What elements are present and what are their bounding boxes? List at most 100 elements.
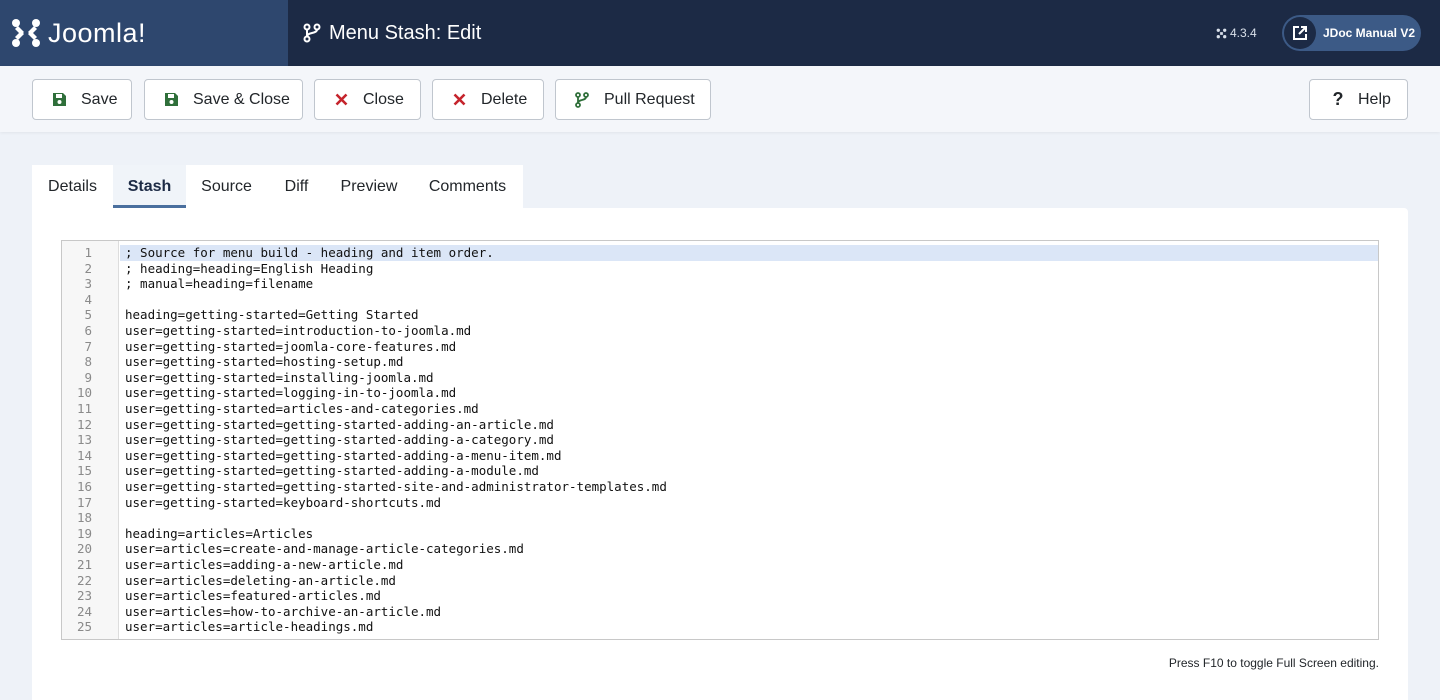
code-line[interactable]: 15 user=getting-started=getting-started-a… — [62, 463, 1378, 479]
line-text: user=getting-started=joomla-core-feature… — [125, 338, 457, 354]
line-number: 24 — [76, 603, 92, 619]
floppy-disk-icon — [163, 92, 179, 108]
help-button[interactable]: ? Help — [1309, 79, 1408, 120]
line-number: 8 — [84, 354, 92, 370]
line-text: ; manual=heading=filename — [125, 276, 314, 292]
code-line[interactable] — [62, 635, 1378, 639]
close-icon — [333, 92, 349, 108]
line-text: ; heading=heading=English Heading — [125, 260, 374, 276]
line-number: 14 — [76, 447, 92, 463]
save-label: Save — [81, 90, 118, 108]
line-number: 20 — [76, 541, 92, 557]
code-line[interactable]: 10 user=getting-started=logging-in-to-joo… — [62, 385, 1378, 401]
code-line[interactable]: 9 user=getting-started=installing-joomla.… — [62, 370, 1378, 386]
delete-icon — [451, 92, 467, 108]
save-button[interactable]: Save — [32, 79, 132, 120]
line-text: user=getting-started=logging-in-to-jooml… — [125, 385, 457, 401]
brand[interactable]: Joomla! — [0, 0, 288, 66]
tab-diff[interactable]: Diff — [267, 165, 326, 208]
version-number: 4.3.4 — [1230, 26, 1257, 40]
line-number: 6 — [84, 323, 92, 338]
code-line[interactable]: 21 user=articles=adding-a-new-article.md — [62, 557, 1378, 573]
line-text: user=getting-started=getting-started-sit… — [125, 479, 667, 494]
line-text: user=articles=create-and-manage-article-… — [125, 541, 524, 557]
line-number: 5 — [84, 307, 92, 323]
line-number: 21 — [76, 557, 92, 572]
tab-details[interactable]: Details — [32, 165, 113, 208]
line-number: 10 — [76, 385, 92, 401]
code-line[interactable]: 5 heading=getting-started=Getting Started — [62, 307, 1378, 323]
code-line[interactable]: 24 user=articles=how-to-archive-an-articl… — [62, 604, 1378, 620]
code-line[interactable]: 4 — [62, 292, 1378, 308]
brand-name: Joomla! — [48, 17, 147, 48]
line-text: user=articles=featured-articles.md — [125, 588, 381, 604]
code-line[interactable]: 11 user=getting-started=articles-and-cate… — [62, 401, 1378, 417]
tab-stash[interactable]: Stash — [113, 165, 186, 208]
line-number: 9 — [84, 369, 92, 385]
jdoc-manual-label: JDoc Manual V2 — [1323, 26, 1416, 40]
code-line[interactable]: 8 user=getting-started=hosting-setup.md — [62, 354, 1378, 370]
line-text: user=articles=adding-a-new-article.md — [125, 557, 404, 572]
code-line[interactable]: 3 ; manual=heading=filename — [62, 276, 1378, 292]
code-line[interactable]: 18 — [62, 510, 1378, 526]
line-number: 4 — [84, 291, 92, 307]
line-number: 25 — [76, 619, 92, 635]
code-line[interactable]: 6 user=getting-started=introduction-to-jo… — [62, 323, 1378, 339]
code-line[interactable]: 20 user=articles=create-and-manage-articl… — [62, 541, 1378, 557]
line-text: heading=articles=Articles — [125, 525, 314, 541]
pull-request-button[interactable]: Pull Request — [555, 79, 711, 120]
jdoc-manual-link[interactable]: JDoc Manual V2 — [1282, 15, 1421, 51]
branch-icon — [303, 23, 321, 43]
line-number: 15 — [76, 463, 92, 479]
code-line[interactable]: 23 user=articles=featured-articles.md — [62, 588, 1378, 604]
external-link-icon — [1284, 17, 1316, 49]
line-text: user=getting-started=hosting-setup.md — [125, 354, 404, 370]
help-label: Help — [1358, 90, 1391, 108]
code-line[interactable]: 2 ; heading=heading=English Heading — [62, 261, 1378, 277]
line-number: 12 — [76, 416, 92, 432]
tab-comments[interactable]: Comments — [412, 165, 523, 208]
tab-preview[interactable]: Preview — [326, 165, 412, 208]
line-text: user=getting-started=getting-started-add… — [125, 463, 539, 479]
line-text: user=getting-started=keyboard-shortcuts.… — [125, 494, 442, 510]
line-number: 17 — [76, 494, 92, 510]
question-icon: ? — [1332, 89, 1344, 109]
line-text: user=articles=article-headings.md — [125, 619, 374, 635]
fullscreen-hint: Press F10 to toggle Full Screen editing. — [1168, 656, 1379, 670]
line-number: 1 — [84, 245, 92, 260]
line-number: 7 — [84, 338, 92, 354]
code-line[interactable]: 16 user=getting-started=getting-started-s… — [62, 479, 1378, 495]
code-line[interactable]: 7 user=getting-started=joomla-core-featur… — [62, 339, 1378, 355]
line-number: 18 — [76, 510, 92, 526]
joomla-small-icon — [1216, 28, 1227, 38]
code-line[interactable]: 17 user=getting-started=keyboard-shortcut… — [62, 495, 1378, 511]
code-line[interactable]: 13 user=getting-started=getting-started-a… — [62, 432, 1378, 448]
code-line[interactable]: 19 heading=articles=Articles — [62, 526, 1378, 542]
close-button[interactable]: Close — [314, 79, 421, 120]
branch-icon — [574, 91, 590, 108]
toolbar: Save Save & Close Close Delete Pull Requ… — [0, 66, 1440, 132]
save-close-button[interactable]: Save & Close — [144, 79, 303, 120]
line-text: user=articles=how-to-archive-an-article.… — [125, 603, 442, 619]
page-title-text: Menu Stash: Edit — [329, 21, 482, 44]
code-line[interactable]: 22 user=articles=deleting-an-article.md — [62, 573, 1378, 589]
code-line[interactable]: 1 ; Source for menu build - heading and i… — [62, 245, 1378, 261]
code-editor[interactable]: 1 ; Source for menu build - heading and i… — [61, 240, 1379, 640]
code-line[interactable]: 25 user=articles=article-headings.md — [62, 619, 1378, 635]
code-line[interactable]: 14 user=getting-started=getting-started-a… — [62, 448, 1378, 464]
line-number: 23 — [76, 588, 92, 604]
tab-bar: Details Stash Source Diff Preview Commen… — [32, 165, 523, 208]
tab-source[interactable]: Source — [186, 165, 267, 208]
line-number: 19 — [76, 525, 92, 541]
save-close-label: Save & Close — [193, 90, 290, 108]
code-line[interactable]: 12 user=getting-started=getting-started-a… — [62, 417, 1378, 433]
delete-button[interactable]: Delete — [432, 79, 544, 120]
line-text: user=getting-started=getting-started-add… — [125, 416, 554, 432]
floppy-disk-icon — [51, 92, 67, 108]
app-header: Joomla! Menu Stash: Edit 4.3.4 JDoc Manu… — [0, 0, 1440, 66]
line-text: user=getting-started=getting-started-add… — [125, 432, 554, 448]
joomla-logo-icon — [12, 19, 40, 47]
line-text: user=getting-started=getting-started-add… — [125, 447, 562, 463]
line-text: user=getting-started=installing-joomla.m… — [125, 369, 434, 385]
line-number: 2 — [84, 260, 92, 276]
